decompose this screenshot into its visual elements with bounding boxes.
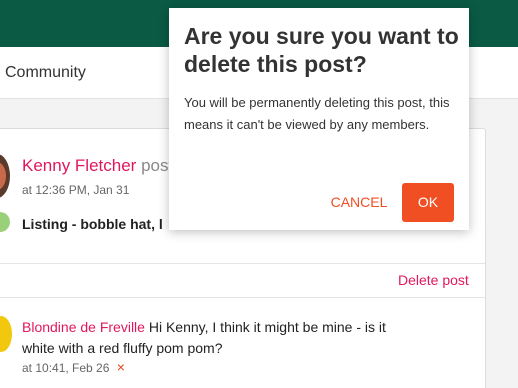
ok-button[interactable]: OK <box>402 183 454 222</box>
reply-author-name[interactable]: Blondine de Freville <box>22 319 145 335</box>
post-author-line: Kenny Fletcher poste <box>22 156 183 176</box>
delete-confirm-dialog: Are you sure you want to delete this pos… <box>169 8 469 230</box>
dialog-title: Are you sure you want to delete this pos… <box>184 23 459 77</box>
remove-comment-icon[interactable]: × <box>117 359 125 375</box>
reply-timestamp: at 10:41, Feb 26 <box>22 361 110 375</box>
divider <box>0 263 485 264</box>
reply-comment: Blondine de Freville Hi Kenny, I think i… <box>22 317 422 359</box>
reply-meta: at 10:41, Feb 26 × <box>22 359 125 375</box>
divider <box>0 297 485 298</box>
post-timestamp: at 12:36 PM, Jan 31 <box>22 183 130 197</box>
listing-title[interactable]: Listing - bobble hat, l <box>22 216 163 232</box>
section-title[interactable]: Community <box>5 64 86 82</box>
cancel-button[interactable]: CANCEL <box>329 184 389 220</box>
dialog-message: You will be permanently deleting this po… <box>184 95 450 132</box>
post-author-name[interactable]: Kenny Fletcher <box>22 156 136 175</box>
delete-post-link[interactable]: Delete post <box>398 272 469 288</box>
